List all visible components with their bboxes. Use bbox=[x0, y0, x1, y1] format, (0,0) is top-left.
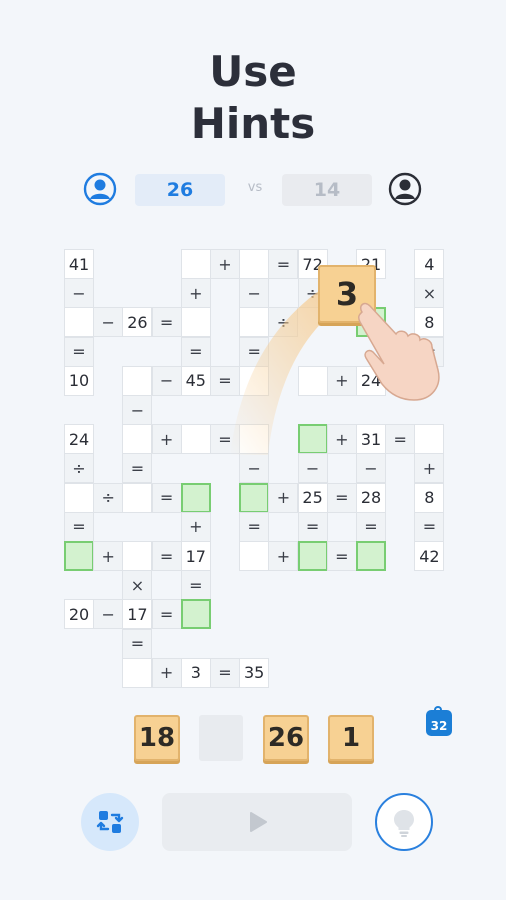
play-button[interactable] bbox=[162, 793, 352, 851]
play-icon bbox=[250, 812, 267, 832]
tray-tile-3[interactable]: 26 bbox=[263, 715, 309, 761]
swap-button[interactable] bbox=[81, 793, 139, 851]
remaining-tiles-count: 32 bbox=[430, 719, 448, 733]
hint-button[interactable] bbox=[375, 793, 433, 851]
shopping-bag-icon[interactable]: 32 bbox=[426, 706, 452, 736]
tray-tile-1[interactable]: 18 bbox=[134, 715, 180, 761]
tray-tile-4[interactable]: 1 bbox=[328, 715, 374, 761]
swap-arrows-icon bbox=[96, 811, 124, 833]
pointing-hand-icon bbox=[358, 302, 440, 401]
drag-path-arc bbox=[230, 280, 350, 455]
lightbulb-icon bbox=[394, 810, 414, 837]
tray-empty-slot bbox=[199, 715, 243, 761]
